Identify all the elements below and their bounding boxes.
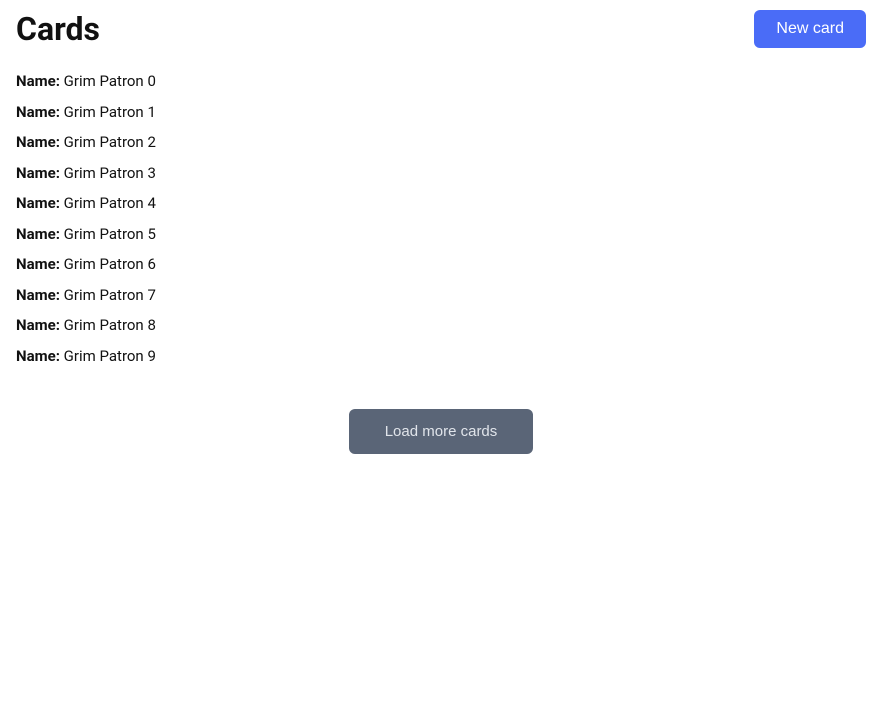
card-label: Name: xyxy=(16,316,64,334)
card-value: Grim Patron 6 xyxy=(64,255,156,273)
page-title: Cards xyxy=(16,10,100,48)
card-list: Name: Grim Patron 0Name: Grim Patron 1Na… xyxy=(0,58,882,379)
card-label: Name: xyxy=(16,72,64,90)
list-item: Name: Grim Patron 4 xyxy=(16,188,866,219)
card-value: Grim Patron 1 xyxy=(64,103,156,121)
card-label: Name: xyxy=(16,103,64,121)
list-item: Name: Grim Patron 1 xyxy=(16,97,866,128)
page-header: Cards New card xyxy=(0,0,882,58)
list-item: Name: Grim Patron 0 xyxy=(16,66,866,97)
card-value: Grim Patron 4 xyxy=(64,194,156,212)
card-value: Grim Patron 2 xyxy=(64,133,156,151)
card-label: Name: xyxy=(16,194,64,212)
list-item: Name: Grim Patron 8 xyxy=(16,310,866,341)
card-label: Name: xyxy=(16,164,64,182)
card-value: Grim Patron 7 xyxy=(64,286,156,304)
card-label: Name: xyxy=(16,255,64,273)
load-more-button[interactable]: Load more cards xyxy=(349,409,534,454)
card-value: Grim Patron 8 xyxy=(64,316,156,334)
card-value: Grim Patron 9 xyxy=(64,347,156,365)
card-label: Name: xyxy=(16,133,64,151)
card-label: Name: xyxy=(16,286,64,304)
list-item: Name: Grim Patron 7 xyxy=(16,280,866,311)
list-item: Name: Grim Patron 2 xyxy=(16,127,866,158)
card-value: Grim Patron 5 xyxy=(64,225,156,243)
list-item: Name: Grim Patron 9 xyxy=(16,341,866,372)
list-item: Name: Grim Patron 3 xyxy=(16,158,866,189)
new-card-button[interactable]: New card xyxy=(754,10,866,48)
list-item: Name: Grim Patron 5 xyxy=(16,219,866,250)
card-label: Name: xyxy=(16,225,64,243)
load-more-container: Load more cards xyxy=(0,409,882,454)
card-value: Grim Patron 0 xyxy=(64,72,156,90)
list-item: Name: Grim Patron 6 xyxy=(16,249,866,280)
card-value: Grim Patron 3 xyxy=(64,164,156,182)
card-label: Name: xyxy=(16,347,64,365)
